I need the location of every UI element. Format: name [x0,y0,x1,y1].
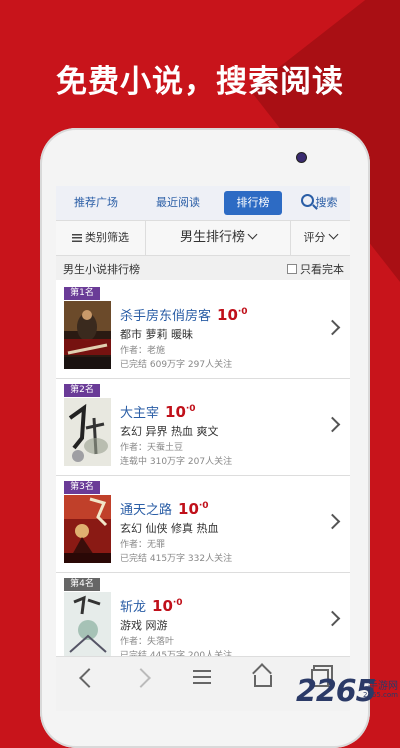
rank-badge: 第2名 [64,384,100,397]
book-stats: 已完结 415万字 332人关注 [120,554,233,564]
category-filter-button[interactable]: 类别筛选 [56,221,145,255]
sort-select[interactable]: 评分 [290,221,350,255]
score-value: 10 [178,500,199,518]
finished-only-label: 只看完本 [300,263,344,276]
watermark-sub: 手游网 [368,681,398,692]
tab-search[interactable]: 搜索 [294,191,344,215]
back-button[interactable] [56,657,114,699]
menu-button[interactable] [173,657,231,699]
score-value: 10 [165,403,186,421]
book-tags: 都市 萝莉 暖昧 [120,328,193,341]
category-filter-label: 类别筛选 [85,231,129,244]
chevron-down-icon [328,229,338,240]
book-title-text: 斩龙 [120,600,147,615]
book-tags: 玄幻 仙侠 修真 热血 [120,522,219,535]
chevron-down-icon [247,229,258,240]
chevron-right-icon [324,513,341,530]
sort-select-label: 评分 [303,231,326,244]
site-watermark: 2265 手游网 2265.com [296,675,400,711]
book-stats: 连载中 310万字 207人关注 [120,457,233,467]
tab-ranking[interactable]: 排行榜 [224,191,282,215]
tab-recent[interactable]: 最近阅读 [147,191,209,215]
book-score: 10·0 [152,597,183,615]
home-button[interactable] [232,657,290,699]
tab-bar: 推荐广场 最近阅读 排行榜 搜索 [56,186,350,220]
score-decimal: ·0 [198,501,209,511]
book-tags: 玄幻 异界 热血 爽文 [120,425,219,438]
list-item[interactable]: 第2名 大主宰 10·0 玄幻 异界 热血 爽文 作者：天蚕土豆 连载中 310万… [56,379,350,476]
ranking-select-label: 男生排行榜 [179,230,245,245]
promo-headline: 免费小说，搜索阅读 [56,64,344,100]
book-author: 作者：无罪 [120,540,166,550]
book-title: 斩龙 10·0 [120,596,183,615]
score-value: 10 [152,597,173,615]
list-icon [72,234,82,242]
tab-recommend[interactable]: 推荐广场 [66,191,126,215]
book-cover-image [64,398,111,466]
book-title-text: 大主宰 [120,406,160,421]
book-cover-image [64,495,111,563]
list-item[interactable]: 第3名 通天之路 10·0 玄幻 仙侠 修真 热血 作者：无罪 已完结 415万字… [56,476,350,573]
ranking-select[interactable]: 男生排行榜 [145,221,291,255]
book-score: 10·0 [178,500,209,518]
rank-badge: 第1名 [64,287,100,300]
book-title-text: 通天之路 [120,503,173,518]
book-tags: 游戏 网游 [120,619,168,632]
score-value: 10 [217,306,238,324]
score-decimal: ·0 [172,598,183,608]
chevron-right-icon [324,610,341,627]
book-author: 作者：老施 [120,346,166,356]
book-title-text: 杀手房东俏房客 [120,309,212,324]
watermark-domain: 2265.com [363,691,398,699]
chevron-right-icon [324,319,341,336]
list-title: 男生小说排行榜 [63,263,140,276]
list-item[interactable]: 第1名 杀手房东俏房客 10·0 都市 萝莉 暖昧 作者：老施 已完结 609万字… [56,282,350,379]
finished-only-checkbox[interactable]: 只看完本 [287,261,344,277]
checkbox-icon [287,264,297,274]
book-cover-image [64,592,111,660]
book-stats: 已完结 609万字 297人关注 [120,360,233,370]
score-decimal: ·0 [237,307,248,317]
tab-search-label: 搜索 [315,196,338,209]
book-title: 大主宰 10·0 [120,402,196,421]
book-cover-image [64,301,111,369]
rank-badge: 第4名 [64,578,100,591]
book-score: 10·0 [165,403,196,421]
book-author: 作者：天蚕土豆 [120,443,184,453]
rank-badge: 第3名 [64,481,100,494]
book-author: 作者：失落叶 [120,637,175,647]
app-screen: 推荐广场 最近阅读 排行榜 搜索 类别筛选 男生排行榜 评分 男生小说排行榜 只… [56,186,350,711]
book-title: 杀手房东俏房客 10·0 [120,305,248,324]
camera-icon [296,152,307,163]
book-title: 通天之路 10·0 [120,499,209,518]
filter-bar: 类别筛选 男生排行榜 评分 [56,220,350,256]
chevron-right-icon [324,416,341,433]
forward-button[interactable] [114,657,172,699]
list-header: 男生小说排行榜 只看完本 [56,256,350,280]
search-icon [300,194,314,207]
book-score: 10·0 [217,306,248,324]
score-decimal: ·0 [185,404,196,414]
